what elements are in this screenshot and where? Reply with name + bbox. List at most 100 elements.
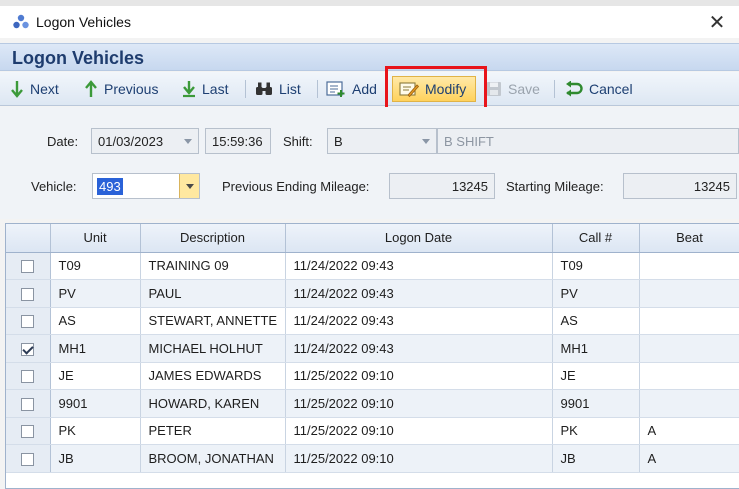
beat-cell xyxy=(639,389,739,418)
row-checkbox[interactable] xyxy=(21,425,35,439)
previous-mileage-value: 13245 xyxy=(451,178,488,194)
table-row[interactable]: JE JAMES EDWARDS 11/25/2022 09:10 JE xyxy=(6,362,739,390)
table-header-row: Unit Description Logon Date Call # Beat xyxy=(6,224,739,253)
row-checkbox[interactable] xyxy=(21,397,35,411)
shift-label: Shift: xyxy=(283,134,313,149)
column-header-logon-date[interactable]: Logon Date xyxy=(285,224,553,253)
vehicles-table: Unit Description Logon Date Call # Beat … xyxy=(6,224,739,473)
table-row[interactable]: JB BROOM, JONATHAN 11/25/2022 09:10 JB A xyxy=(6,444,739,473)
description-cell: TRAINING 09 xyxy=(140,252,286,280)
description-cell: STEWART, ANNETTE xyxy=(140,307,286,335)
column-header-beat[interactable]: Beat xyxy=(639,224,739,253)
row-checkbox[interactable] xyxy=(21,260,35,274)
save-button[interactable]: Save xyxy=(486,76,540,102)
date-picker[interactable]: 01/03/2023 xyxy=(91,128,199,154)
unit-cell: JB xyxy=(50,444,141,473)
call-number-cell: 9901 xyxy=(552,389,640,418)
time-value: 15:59:36 xyxy=(212,133,263,149)
shift-value: B xyxy=(334,133,343,149)
date-value: 01/03/2023 xyxy=(98,133,164,149)
vehicle-label: Vehicle: xyxy=(31,179,77,194)
list-label: List xyxy=(279,81,301,97)
previous-mileage-field: 13245 xyxy=(389,173,495,199)
row-select-cell xyxy=(6,389,51,418)
call-number-cell: JB xyxy=(552,444,640,473)
page-title: Logon Vehicles xyxy=(12,48,145,68)
call-number-cell: PV xyxy=(552,279,640,308)
chevron-down-icon[interactable] xyxy=(179,174,199,198)
row-select-cell xyxy=(6,307,51,335)
next-label: Next xyxy=(30,81,59,97)
previous-button[interactable]: Previous xyxy=(84,76,158,102)
shift-description-field: B SHIFT xyxy=(437,128,739,154)
cancel-button[interactable]: Cancel xyxy=(563,76,633,102)
starting-mileage-value: 13245 xyxy=(693,178,730,194)
arrow-down-icon xyxy=(11,81,23,98)
call-number-cell: T09 xyxy=(552,252,640,280)
row-checkbox[interactable] xyxy=(21,315,35,329)
unit-cell: JE xyxy=(50,362,141,390)
vehicle-select[interactable]: 493 xyxy=(92,173,200,199)
logon-date-cell: 11/24/2022 09:43 xyxy=(285,334,553,363)
beat-cell xyxy=(639,252,739,280)
arrow-down-last-icon xyxy=(183,81,195,98)
toolbar-separator xyxy=(245,80,246,98)
row-checkbox[interactable] xyxy=(21,370,35,384)
next-button[interactable]: Next xyxy=(10,76,59,102)
form-header: Logon Vehicles xyxy=(0,43,739,71)
vehicles-grid: Unit Description Logon Date Call # Beat … xyxy=(5,223,739,489)
toolbar-separator xyxy=(554,80,555,98)
vehicle-value[interactable]: 493 xyxy=(97,177,123,195)
row-select-cell xyxy=(6,334,51,363)
description-cell: MICHAEL HOLHUT xyxy=(140,334,286,363)
window-title: Logon Vehicles xyxy=(36,14,131,30)
shift-description: B SHIFT xyxy=(444,133,494,149)
logon-date-cell: 11/24/2022 09:43 xyxy=(285,279,553,308)
row-checkbox[interactable] xyxy=(21,287,35,301)
call-number-cell: JE xyxy=(552,362,640,390)
unit-cell: PV xyxy=(50,279,141,308)
toolbar-separator xyxy=(317,80,318,98)
beat-cell xyxy=(639,307,739,335)
shift-select[interactable]: B xyxy=(327,128,437,154)
row-select-cell xyxy=(6,417,51,445)
column-header-call[interactable]: Call # xyxy=(552,224,640,253)
table-row[interactable]: 9901 HOWARD, KAREN 11/25/2022 09:10 9901 xyxy=(6,389,739,418)
logon-date-cell: 11/25/2022 09:10 xyxy=(285,389,553,418)
floppy-disk-icon xyxy=(487,82,501,96)
unit-cell: T09 xyxy=(50,252,141,280)
list-button[interactable]: List xyxy=(255,76,301,102)
last-label: Last xyxy=(202,81,229,97)
beat-cell xyxy=(639,279,739,308)
row-select-cell xyxy=(6,362,51,390)
table-row[interactable]: T09 TRAINING 09 11/24/2022 09:43 T09 xyxy=(6,252,739,280)
app-logo-icon xyxy=(13,14,29,29)
table-row[interactable]: PV PAUL 11/24/2022 09:43 PV xyxy=(6,279,739,308)
logon-date-cell: 11/25/2022 09:10 xyxy=(285,362,553,390)
logon-date-cell: 11/24/2022 09:43 xyxy=(285,252,553,280)
toolbar: Next Previous Last List Add Modify Save … xyxy=(0,72,739,106)
description-cell: JAMES EDWARDS xyxy=(140,362,286,390)
unit-cell: 9901 xyxy=(50,389,141,418)
description-cell: HOWARD, KAREN xyxy=(140,389,286,418)
row-checkbox[interactable] xyxy=(21,452,35,466)
close-icon[interactable]: ✕ xyxy=(703,8,731,36)
undo-icon xyxy=(566,81,583,97)
starting-mileage-field[interactable]: 13245 xyxy=(623,173,737,199)
chevron-down-icon[interactable] xyxy=(178,129,198,153)
unit-cell: PK xyxy=(50,417,141,445)
column-header-unit[interactable]: Unit xyxy=(50,224,141,253)
table-row[interactable]: PK PETER 11/25/2022 09:10 PK A xyxy=(6,417,739,445)
last-button[interactable]: Last xyxy=(182,76,228,102)
add-button[interactable]: Add xyxy=(326,76,377,102)
row-checkbox[interactable] xyxy=(21,342,35,356)
time-field[interactable]: 15:59:36 xyxy=(205,128,271,154)
window-titlebar: Logon Vehicles ✕ xyxy=(0,6,739,38)
column-header-description[interactable]: Description xyxy=(140,224,286,253)
call-number-cell: MH1 xyxy=(552,334,640,363)
starting-mileage-label: Starting Mileage: xyxy=(506,179,604,194)
chevron-down-icon[interactable] xyxy=(416,129,436,153)
table-row[interactable]: MH1 MICHAEL HOLHUT 11/24/2022 09:43 MH1 xyxy=(6,334,739,363)
unit-cell: AS xyxy=(50,307,141,335)
table-row[interactable]: AS STEWART, ANNETTE 11/24/2022 09:43 AS xyxy=(6,307,739,335)
